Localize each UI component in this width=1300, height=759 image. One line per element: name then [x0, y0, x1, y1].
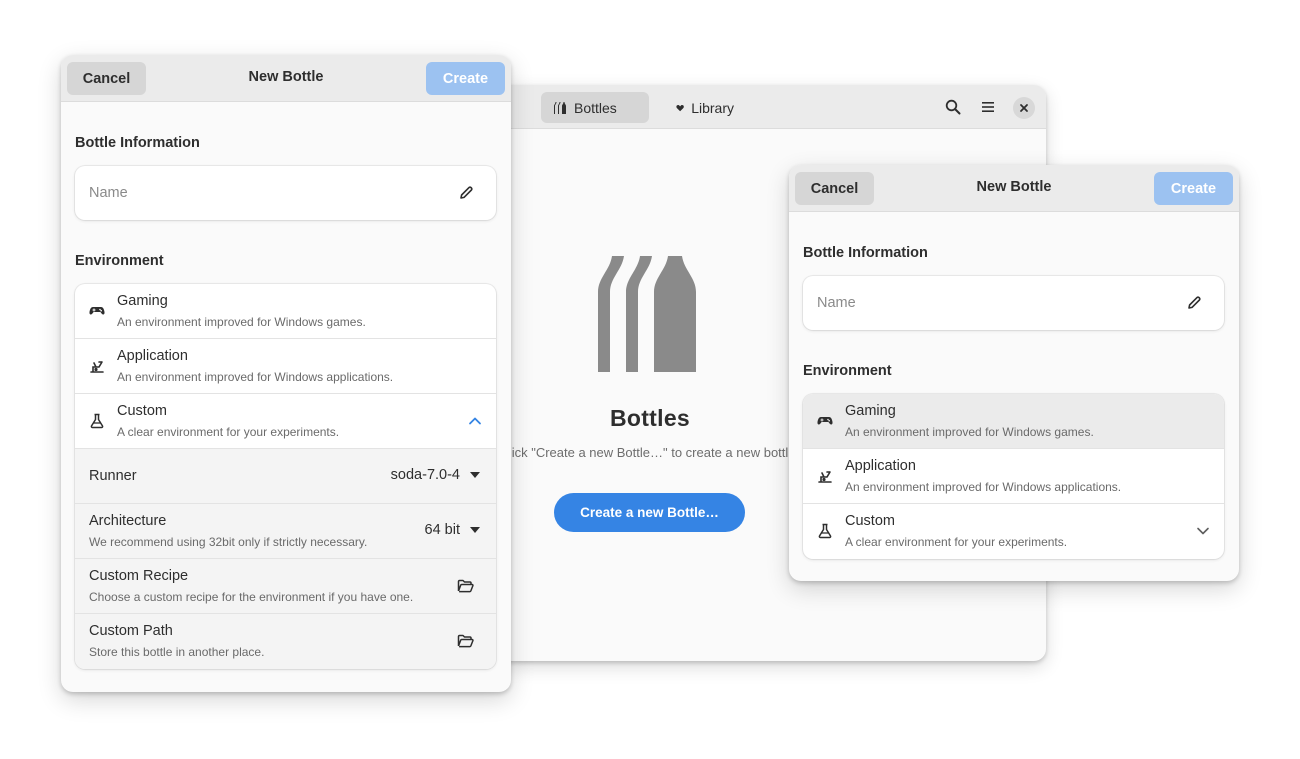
- environment-gaming[interactable]: Gaming An environment improved for Windo…: [75, 284, 496, 339]
- close-icon: [1020, 104, 1028, 112]
- hamburger-menu-icon: [982, 102, 994, 112]
- dropdown-arrow-icon: [470, 527, 480, 533]
- pencil-icon[interactable]: [458, 185, 474, 201]
- architecture-row[interactable]: Architecture We recommend using 32bit on…: [75, 504, 496, 559]
- bottles-illustration-icon: [598, 256, 696, 372]
- window-close-button[interactable]: [1013, 97, 1035, 119]
- runner-dropdown[interactable]: soda-7.0-4: [391, 467, 480, 483]
- environment-title: Custom: [117, 403, 167, 419]
- runner-value: soda-7.0-4: [390, 467, 460, 483]
- search-button[interactable]: [938, 92, 968, 122]
- name-placeholder: Name: [817, 295, 856, 311]
- create-new-bottle-button[interactable]: Create a new Bottle…: [554, 493, 745, 532]
- custom-path-subtitle: Store this bottle in another place.: [89, 645, 265, 659]
- architecture-label: Architecture: [89, 513, 167, 529]
- architecture-value: 64 bit: [424, 522, 460, 538]
- environment-subtitle: A clear environment for your experiments…: [845, 535, 1068, 549]
- environment-list: Gaming An environment improved for Windo…: [803, 394, 1224, 559]
- custom-recipe-subtitle: Choose a custom recipe for the environme…: [89, 590, 414, 604]
- application-icon: [818, 471, 832, 483]
- bottle-information-heading: Bottle Information: [75, 135, 200, 151]
- environment-list: Gaming An environment improved for Windo…: [75, 284, 496, 669]
- name-field[interactable]: Name: [803, 276, 1224, 330]
- gamepad-icon: [817, 417, 833, 425]
- architecture-dropdown[interactable]: 64 bit: [425, 522, 480, 538]
- name-placeholder: Name: [89, 185, 128, 201]
- create-button[interactable]: Create: [426, 62, 505, 95]
- name-field[interactable]: Name: [75, 166, 496, 220]
- environment-subtitle: An environment improved for Windows appl…: [845, 480, 1122, 494]
- environment-custom[interactable]: Custom A clear environment for your expe…: [803, 504, 1224, 559]
- chevron-down-icon[interactable]: [1196, 524, 1210, 538]
- flask-icon: [90, 413, 104, 429]
- dropdown-arrow-icon: [470, 472, 480, 478]
- empty-state-title: Bottles: [609, 405, 691, 431]
- new-bottle-dialog-expanded: Cancel New Bottle Create Bottle Informat…: [61, 55, 511, 692]
- dialog-header: Cancel New Bottle Create: [789, 165, 1239, 212]
- application-icon: [90, 361, 104, 373]
- runner-row[interactable]: Runner soda-7.0-4: [75, 449, 496, 504]
- custom-path-row[interactable]: Custom Path Store this bottle in another…: [75, 614, 496, 669]
- gamepad-icon: [89, 307, 105, 315]
- flask-icon: [818, 523, 832, 539]
- environment-title: Custom: [845, 513, 895, 529]
- empty-state-description: ick "Create a new Bottle…" to create a n…: [511, 445, 789, 460]
- chevron-up-icon[interactable]: [468, 414, 482, 428]
- folder-open-icon[interactable]: [457, 578, 474, 594]
- empty-state: Bottles ick "Create a new Bottle…" to cr…: [500, 85, 800, 661]
- environment-custom[interactable]: Custom A clear environment for your expe…: [75, 394, 496, 449]
- environment-title: Gaming: [845, 403, 896, 419]
- main-menu-button[interactable]: [973, 92, 1003, 122]
- custom-recipe-row[interactable]: Custom Recipe Choose a custom recipe for…: [75, 559, 496, 614]
- dialog-header: Cancel New Bottle Create: [61, 55, 511, 102]
- environment-subtitle: An environment improved for Windows game…: [845, 425, 1094, 439]
- environment-subtitle: A clear environment for your experiments…: [117, 425, 340, 439]
- environment-title: Application: [845, 458, 916, 474]
- environment-title: Application: [117, 348, 188, 364]
- folder-open-icon[interactable]: [457, 633, 474, 649]
- environment-application[interactable]: Application An environment improved for …: [803, 449, 1224, 504]
- custom-recipe-label: Custom Recipe: [89, 568, 189, 584]
- search-icon: [945, 99, 961, 115]
- new-bottle-dialog-collapsed: Cancel New Bottle Create Bottle Informat…: [789, 165, 1239, 581]
- create-button[interactable]: Create: [1154, 172, 1233, 205]
- environment-subtitle: An environment improved for Windows game…: [117, 315, 366, 329]
- environment-gaming[interactable]: Gaming An environment improved for Windo…: [803, 394, 1224, 449]
- environment-subtitle: An environment improved for Windows appl…: [117, 370, 394, 384]
- name-card: Name: [803, 276, 1224, 330]
- environment-application[interactable]: Application An environment improved for …: [75, 339, 496, 394]
- custom-path-label: Custom Path: [89, 623, 173, 639]
- pencil-icon[interactable]: [1186, 295, 1202, 311]
- architecture-subtitle: We recommend using 32bit only if strictl…: [89, 535, 368, 549]
- environment-heading: Environment: [803, 363, 892, 379]
- environment-title: Gaming: [117, 293, 168, 309]
- bottle-information-heading: Bottle Information: [803, 245, 928, 261]
- runner-label: Runner: [89, 468, 137, 484]
- environment-heading: Environment: [75, 253, 164, 269]
- name-card: Name: [75, 166, 496, 220]
